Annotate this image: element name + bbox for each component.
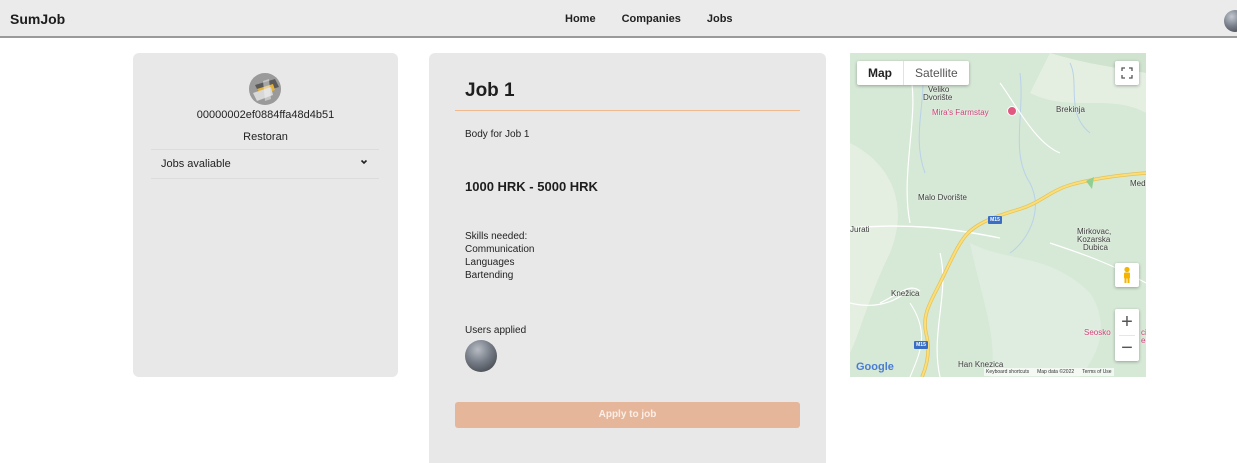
- nav-links: Home Companies Jobs: [565, 13, 759, 25]
- job-salary: 1000 HRK - 5000 HRK: [465, 179, 598, 194]
- chevron-down-icon: [360, 159, 368, 165]
- zoom-in-button[interactable]: +: [1115, 309, 1139, 335]
- job-card: Job 1 Body for Job 1 1000 HRK - 5000 HRK…: [429, 53, 826, 463]
- hotel-pin-icon[interactable]: [1007, 106, 1017, 116]
- company-type: Restoran: [243, 131, 288, 143]
- street-view-button[interactable]: [1115, 263, 1139, 287]
- map-type-control: Map Satellite: [857, 61, 969, 85]
- keyboard-shortcuts-link[interactable]: Keyboard shortcuts: [986, 369, 1029, 375]
- pegman-icon: [1124, 266, 1130, 283]
- user-avatar[interactable]: [1224, 10, 1237, 32]
- jobs-available-dropdown[interactable]: Jobs avaliable: [151, 149, 379, 179]
- skill-item: Languages: [465, 257, 515, 268]
- terms-link[interactable]: Terms of Use: [1082, 369, 1111, 375]
- jobs-dropdown-label: Jobs avaliable: [161, 158, 231, 170]
- nav-jobs-link[interactable]: Jobs: [707, 13, 733, 25]
- map-type-map-button[interactable]: Map: [857, 61, 903, 85]
- job-title: Job 1: [465, 80, 515, 101]
- company-id: 00000002ef0884ffa48d4b51: [196, 109, 335, 121]
- job-body: Body for Job 1: [465, 129, 530, 140]
- company-card: 00000002ef0884ffa48d4b51 Restoran Jobs a…: [133, 53, 398, 377]
- map-data-text: Map data ©2022: [1037, 369, 1075, 375]
- map-place-label: Dvorište: [923, 93, 953, 102]
- road-shield: M15: [988, 216, 1002, 224]
- skill-item: Bartending: [465, 270, 514, 281]
- map-place-label: Med: [1130, 179, 1146, 188]
- google-logo: Google: [856, 361, 894, 373]
- map-poi-label: ec: [1141, 336, 1146, 345]
- fullscreen-button[interactable]: [1115, 61, 1139, 85]
- road-shield: M15: [914, 341, 928, 349]
- nav-home-link[interactable]: Home: [565, 13, 596, 25]
- map-place-label: Dubica: [1083, 243, 1108, 252]
- brand-logo[interactable]: SumJob: [10, 11, 65, 27]
- skills-heading: Skills needed:: [465, 231, 528, 242]
- map-footer: Keyboard shortcuts Map data ©2022 Terms …: [984, 368, 1114, 376]
- skill-item: Communication: [465, 244, 535, 255]
- map-type-satellite-button[interactable]: Satellite: [903, 61, 969, 85]
- zoom-out-button[interactable]: −: [1115, 335, 1139, 361]
- fullscreen-icon: [1121, 67, 1133, 79]
- navbar: SumJob Home Companies Jobs: [0, 0, 1237, 38]
- users-applied-label: Users applied: [465, 325, 527, 336]
- nav-companies-link[interactable]: Companies: [622, 13, 681, 25]
- zoom-control: + −: [1115, 309, 1139, 361]
- divider: [455, 110, 800, 111]
- applied-user-avatar[interactable]: [465, 340, 497, 372]
- map-place-label: Knežica: [891, 289, 920, 298]
- map-place-label: Jurati: [850, 225, 870, 234]
- apply-to-job-button[interactable]: Apply to job: [455, 402, 800, 428]
- map-place-label: Brekinja: [1056, 105, 1085, 114]
- map-poi-label: Seosko: [1084, 328, 1111, 337]
- company-logo: [249, 73, 281, 105]
- map-place-label: Malo Dvorište: [918, 193, 967, 202]
- map[interactable]: Map Satellite Veliko Dvorište Mira's Far…: [850, 53, 1146, 377]
- map-poi-label[interactable]: Mira's Farmstay: [932, 108, 989, 117]
- skills-section: Skills needed: Communication Languages B…: [465, 230, 534, 282]
